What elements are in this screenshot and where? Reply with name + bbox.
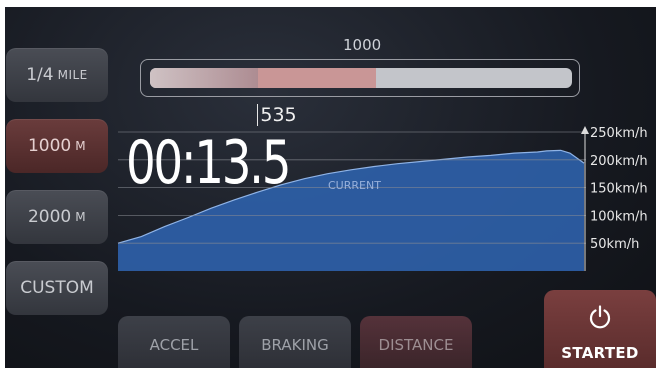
tab-distance[interactable]: DISTANCE [360,316,472,368]
elapsed-timer: 00:13.5 [126,128,291,198]
current-annotation: CURRENT [328,179,381,192]
y-tick-label: 200km/h [590,154,648,169]
y-tick-label: 150km/h [590,182,648,197]
y-tick-label: 250km/h [590,126,648,141]
start-button-label: STARTED [561,344,639,362]
start-button[interactable]: STARTED [544,290,656,368]
y-tick-label: 100km/h [590,209,648,224]
tab-braking[interactable]: BRAKING [239,316,351,368]
power-icon [589,305,611,329]
y-axis-arrow [581,126,589,134]
y-tick-label: 50km/h [590,237,639,252]
tab-accel[interactable]: ACCEL [118,316,230,368]
